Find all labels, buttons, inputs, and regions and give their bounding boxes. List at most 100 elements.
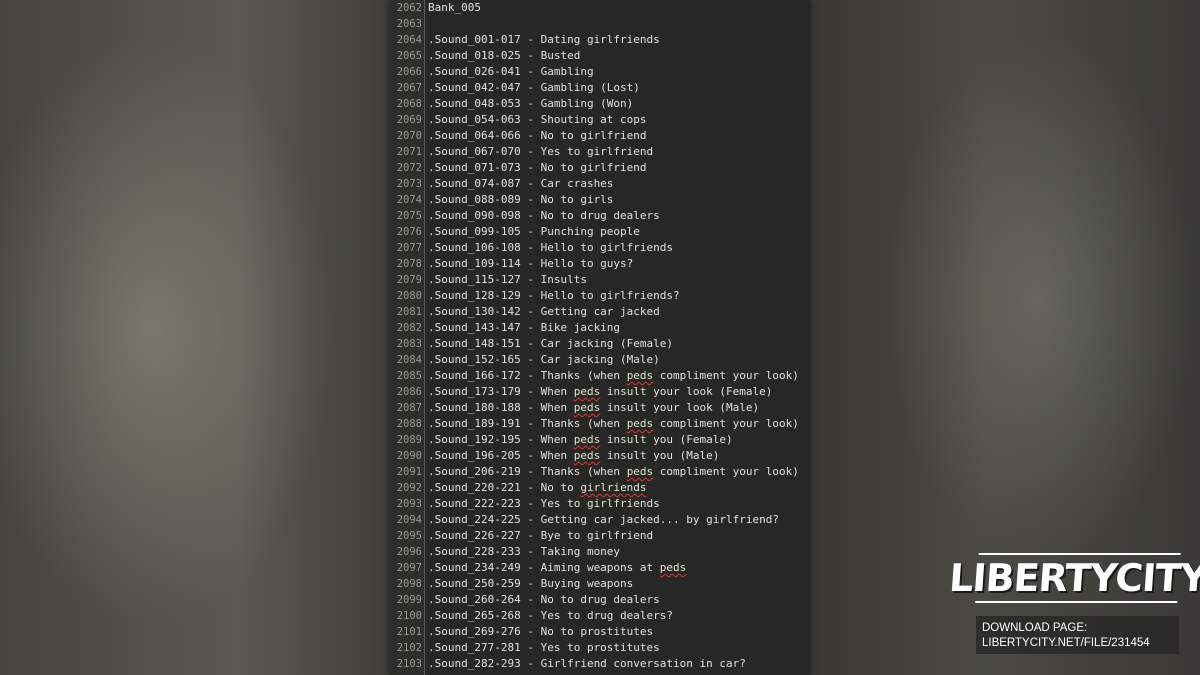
- text-segment: .Sound_074-087 - Car crashes: [428, 177, 614, 190]
- line-text: .Sound_260-264 - No to drug dealers: [428, 592, 660, 608]
- line-number: 2067: [396, 82, 422, 94]
- editor-line[interactable]: 2084 .Sound_152-165 - Car jacking (Male): [389, 352, 810, 368]
- editor-line[interactable]: 2080 .Sound_128-129 - Hello to girlfriend…: [389, 288, 810, 304]
- editor-line[interactable]: 2096 .Sound_228-233 - Taking money: [389, 544, 810, 560]
- line-text: Bank_005: [428, 0, 481, 16]
- editor-line[interactable]: 2099 .Sound_260-264 - No to drug dealers: [389, 592, 810, 608]
- spellcheck-word: peds: [626, 369, 654, 382]
- line-number: 2078: [396, 258, 422, 270]
- text-editor[interactable]: 2062 Bank_005 2063 2064 .Sound_001-017 - Dat…: [389, 0, 810, 675]
- editor-line[interactable]: 2079 .Sound_115-127 - Insults: [389, 272, 810, 288]
- editor-line[interactable]: 2082 .Sound_143-147 - Bike jacking: [389, 320, 810, 336]
- editor-line[interactable]: 2064 .Sound_001-017 - Dating girlfriends: [389, 32, 810, 48]
- line-number: 2097: [396, 562, 422, 574]
- editor-line[interactable]: 2093 .Sound_222-223 - Yes to girlfriends: [389, 496, 810, 512]
- editor-line[interactable]: 2095 .Sound_226-227 - Bye to girlfriend: [389, 528, 810, 544]
- editor-line[interactable]: 2075 .Sound_090-098 - No to drug dealers: [389, 208, 810, 224]
- line-number: 2099: [396, 594, 422, 606]
- line-number: 2084: [396, 354, 422, 366]
- line-text: .Sound_042-047 - Gambling (Lost): [428, 80, 640, 96]
- text-segment: compliment your look): [653, 417, 799, 430]
- editor-line[interactable]: 2102 .Sound_277-281 - Yes to prostitutes: [389, 640, 810, 656]
- text-segment: .Sound_115-127 - Insults: [428, 273, 587, 286]
- editor-line[interactable]: 2063: [389, 16, 810, 32]
- line-number: 2074: [396, 194, 422, 206]
- line-number: 2077: [396, 242, 422, 254]
- editor-line[interactable]: 2067 .Sound_042-047 - Gambling (Lost): [389, 80, 810, 96]
- text-segment: .Sound_206-219 - Thanks (when: [428, 465, 627, 478]
- editor-line[interactable]: 2097 .Sound_234-249 - Aiming weapons at p…: [389, 560, 810, 576]
- line-number: 2080: [396, 290, 422, 302]
- editor-lines[interactable]: 2062 Bank_005 2063 2064 .Sound_001-017 - Dat…: [389, 0, 810, 672]
- editor-line[interactable]: 2081 .Sound_130-142 - Getting car jacked: [389, 304, 810, 320]
- editor-line[interactable]: 2092 .Sound_220-221 - No to girlriends: [389, 480, 810, 496]
- text-segment: .Sound_224-225 - Getting car jacked... b…: [428, 513, 779, 526]
- editor-line[interactable]: 2098 .Sound_250-259 - Buying weapons: [389, 576, 810, 592]
- text-segment: .Sound_088-089 - No to girls: [428, 193, 614, 206]
- editor-line[interactable]: 2094 .Sound_224-225 - Getting car jacked.…: [389, 512, 810, 528]
- text-segment: .Sound_048-053 - Gambling (Won): [428, 97, 634, 110]
- text-segment: .Sound_180-188 - When: [428, 401, 574, 414]
- spellcheck-word: peds: [573, 449, 601, 462]
- editor-line[interactable]: 2090 .Sound_196-205 - When peds insult yo…: [389, 448, 810, 464]
- editor-line[interactable]: 2100 .Sound_265-268 - Yes to drug dealers…: [389, 608, 810, 624]
- text-segment: .Sound_265-268 - Yes to drug dealers?: [428, 609, 674, 622]
- editor-line[interactable]: 2071 .Sound_067-070 - Yes to girlfriend: [389, 144, 810, 160]
- text-segment: .Sound_143-147 - Bike jacking: [428, 321, 621, 334]
- line-number: 2083: [396, 338, 422, 350]
- line-text: .Sound_196-205 - When peds insult you (M…: [428, 448, 719, 464]
- editor-line[interactable]: 2086 .Sound_173-179 - When peds insult yo…: [389, 384, 810, 400]
- text-segment: .Sound_192-195 - When: [428, 433, 574, 446]
- text-segment: .Sound_109-114 - Hello to guys?: [428, 257, 634, 270]
- editor-line[interactable]: 2069 .Sound_054-063 - Shouting at cops: [389, 112, 810, 128]
- editor-line[interactable]: 2072 .Sound_071-073 - No to girlfriend: [389, 160, 810, 176]
- line-text: .Sound_074-087 - Car crashes: [428, 176, 613, 192]
- editor-line[interactable]: 2091 .Sound_206-219 - Thanks (when peds c…: [389, 464, 810, 480]
- line-number: 2100: [396, 610, 422, 622]
- editor-line[interactable]: 2085 .Sound_166-172 - Thanks (when peds c…: [389, 368, 810, 384]
- line-number: 2069: [396, 114, 422, 126]
- line-text: .Sound_106-108 - Hello to girlfriends: [428, 240, 673, 256]
- text-segment: insult you (Male): [600, 449, 720, 462]
- editor-line[interactable]: 2083 .Sound_148-151 - Car jacking (Female…: [389, 336, 810, 352]
- text-segment: .Sound_228-233 - Taking money: [428, 545, 621, 558]
- editor-line[interactable]: 2066 .Sound_026-041 - Gambling: [389, 64, 810, 80]
- editor-line[interactable]: 2062 Bank_005: [389, 0, 810, 16]
- text-segment: .Sound_260-264 - No to drug dealers: [428, 593, 660, 606]
- editor-line[interactable]: 2101 .Sound_269-276 - No to prostitutes: [389, 624, 810, 640]
- editor-line[interactable]: 2070 .Sound_064-066 - No to girlfriend: [389, 128, 810, 144]
- editor-line[interactable]: 2065 .Sound_018-025 - Busted: [389, 48, 810, 64]
- line-text: .Sound_148-151 - Car jacking (Female): [428, 336, 673, 352]
- line-text: .Sound_180-188 - When peds insult your l…: [428, 400, 759, 416]
- line-number: 2073: [396, 178, 422, 190]
- line-text: .Sound_265-268 - Yes to drug dealers?: [428, 608, 673, 624]
- text-segment: .Sound_130-142 - Getting car jacked: [428, 305, 660, 318]
- spellcheck-word: peds: [626, 465, 654, 478]
- editor-line[interactable]: 2076 .Sound_099-105 - Punching people: [389, 224, 810, 240]
- text-segment: .Sound_026-041 - Gambling: [428, 65, 594, 78]
- editor-line[interactable]: 2087 .Sound_180-188 - When peds insult yo…: [389, 400, 810, 416]
- line-text: .Sound_048-053 - Gambling (Won): [428, 96, 633, 112]
- line-number: 2102: [396, 642, 422, 654]
- editor-line[interactable]: 2089 .Sound_192-195 - When peds insult yo…: [389, 432, 810, 448]
- editor-line[interactable]: 2088 .Sound_189-191 - Thanks (when peds c…: [389, 416, 810, 432]
- line-number: 2101: [396, 626, 422, 638]
- editor-line[interactable]: 2077 .Sound_106-108 - Hello to girlfriend…: [389, 240, 810, 256]
- line-text: .Sound_090-098 - No to drug dealers: [428, 208, 660, 224]
- editor-line[interactable]: 2073 .Sound_074-087 - Car crashes: [389, 176, 810, 192]
- line-text: .Sound_071-073 - No to girlfriend: [428, 160, 647, 176]
- editor-line[interactable]: 2074 .Sound_088-089 - No to girls: [389, 192, 810, 208]
- editor-line[interactable]: 2078 .Sound_109-114 - Hello to guys?: [389, 256, 810, 272]
- editor-line[interactable]: 2068 .Sound_048-053 - Gambling (Won): [389, 96, 810, 112]
- line-text: .Sound_226-227 - Bye to girlfriend: [428, 528, 653, 544]
- text-segment: .Sound_099-105 - Punching people: [428, 225, 640, 238]
- line-number: 2081: [396, 306, 422, 318]
- spellcheck-word: peds: [573, 401, 601, 414]
- line-number: 2094: [396, 514, 422, 526]
- spellcheck-word: girlriends: [580, 481, 647, 494]
- line-text: .Sound_220-221 - No to girlriends: [428, 480, 647, 496]
- spellcheck-word: peds: [573, 385, 601, 398]
- text-segment: insult your look (Male): [600, 401, 760, 414]
- editor-line[interactable]: 2103 .Sound_282-293 - Girlfriend conversa…: [389, 656, 810, 672]
- line-number: 2072: [396, 162, 422, 174]
